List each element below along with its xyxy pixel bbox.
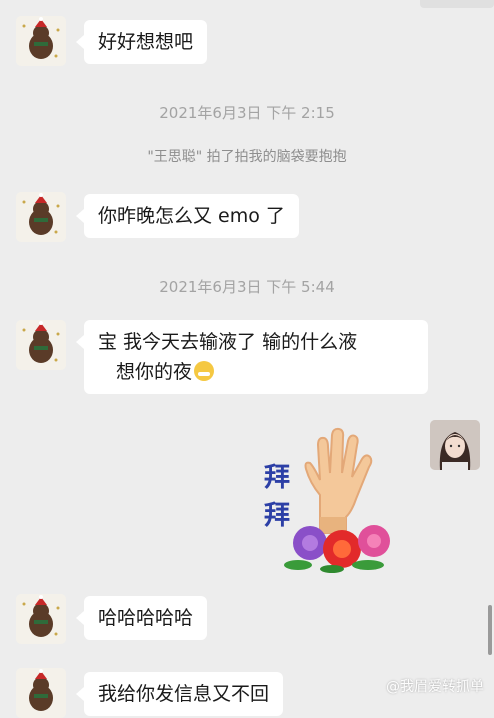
contact-avatar[interactable]: [16, 668, 66, 718]
bear-avatar-icon: [29, 669, 53, 711]
bear-avatar-icon: [22, 193, 60, 235]
pat-notice: "王思聪" 拍了拍我的脑袋要抱抱: [147, 149, 347, 165]
top-partial-bubble: [420, 0, 494, 8]
scrollbar[interactable]: [488, 605, 492, 655]
watermark: @我眉爱转抓单: [386, 679, 484, 695]
message-bubble[interactable]: 好好想想吧: [75, 20, 208, 64]
sticker-text: 拜: [264, 501, 291, 531]
contact-avatar[interactable]: [16, 192, 66, 242]
message-bubble[interactable]: 我给你发信息又不回: [75, 672, 284, 716]
timestamp: 2021年6月3日 下午 5:44: [159, 278, 335, 296]
message-bubble[interactable]: 宝 我今天去输液了 输的什么液 想你的夜: [76, 320, 428, 394]
message-text: 好好想想吧: [98, 31, 194, 53]
self-avatar[interactable]: [430, 420, 480, 470]
contact-avatar[interactable]: [16, 594, 66, 644]
bye-sticker[interactable]: 拜 拜: [258, 425, 406, 575]
contact-avatar[interactable]: [16, 320, 66, 370]
bear-avatar-icon: [22, 595, 60, 637]
message-text: 你昨晚怎么又 emo 了: [98, 205, 285, 227]
message-text: 宝 我今天去输液了 输的什么液: [98, 331, 358, 353]
message-text: 哈哈哈哈哈: [98, 607, 194, 629]
grimace-emoji-icon: [194, 361, 215, 381]
sticker-text: 拜: [264, 463, 291, 493]
message-text: 我给你发信息又不回: [98, 683, 270, 705]
timestamp: 2021年6月3日 下午 2:15: [159, 104, 335, 122]
girl-avatar-icon: [430, 420, 480, 470]
contact-avatar[interactable]: [16, 16, 66, 66]
bear-avatar-icon: [22, 321, 60, 363]
message-bubble[interactable]: 哈哈哈哈哈: [75, 596, 208, 640]
message-bubble[interactable]: 你昨晚怎么又 emo 了: [76, 194, 299, 238]
message-text: 想你的夜: [116, 361, 193, 383]
bear-avatar-icon: [22, 17, 60, 59]
